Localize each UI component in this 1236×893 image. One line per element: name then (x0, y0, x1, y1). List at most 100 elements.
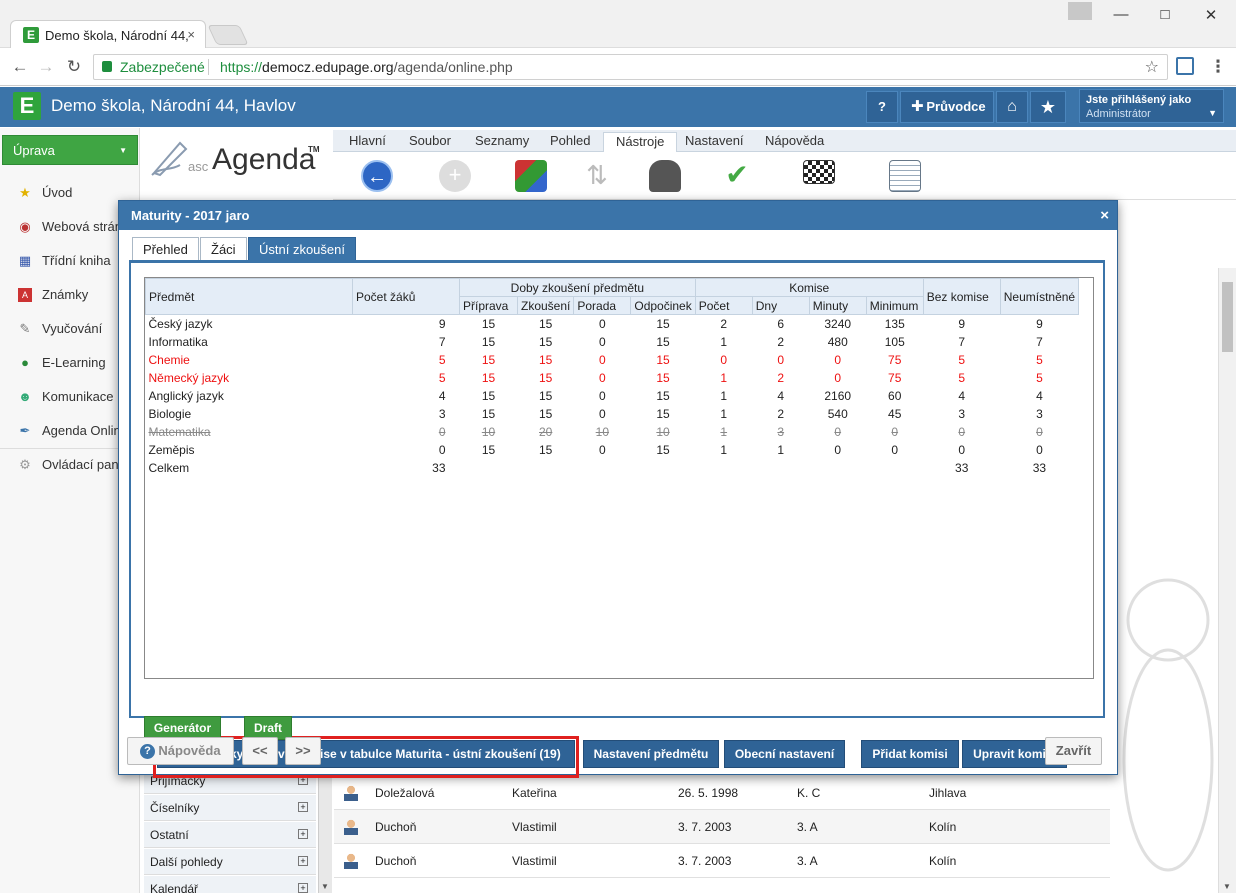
menu-tab-view[interactable]: Pohled (538, 132, 602, 152)
table-row[interactable]: Informatika 7 15 15 0 15 1 2 480 105 7 7 (146, 333, 1079, 351)
window-close-icon[interactable]: ✕ (1196, 6, 1226, 24)
col-exam[interactable]: Zkoušení (516, 296, 575, 315)
maximize-icon[interactable]: □ (1150, 6, 1180, 23)
table-row[interactable]: Biologie 3 15 15 0 15 1 2 540 45 3 3 (146, 405, 1079, 423)
expand-plus-icon[interactable]: + (298, 856, 308, 866)
tree-scrollbar[interactable]: ▼ (318, 768, 332, 893)
table-row[interactable]: Chemie 5 15 15 0 15 0 0 0 75 5 5 (146, 351, 1079, 369)
cell-meet: 0 (599, 334, 606, 349)
list-document-icon[interactable] (889, 160, 921, 192)
help-footer-button[interactable]: ? Nápověda (127, 737, 234, 765)
graduation-cap-icon[interactable] (649, 160, 681, 192)
table-row[interactable]: Německý jazyk 5 15 15 0 15 1 2 0 75 5 5 (146, 369, 1079, 387)
new-tab-button[interactable] (207, 25, 249, 45)
tree-item-calendar[interactable]: Kalendář + (144, 876, 316, 893)
menu-tab-file[interactable]: Soubor (397, 132, 463, 152)
col-minutes[interactable]: Minuty (808, 296, 867, 315)
col-commission-count[interactable]: Počet (694, 296, 753, 315)
browser-tab[interactable]: E Demo škola, Národní 44, × (10, 20, 206, 48)
home-button[interactable]: ⌂ (996, 91, 1028, 123)
cell-rest: 15 (656, 442, 670, 457)
col-unplaced[interactable]: Neumístněné (999, 278, 1080, 315)
col-days[interactable]: Dny (751, 296, 810, 315)
cast-icon[interactable] (1176, 57, 1194, 75)
general-settings-button[interactable]: Obecní nastavení (724, 740, 845, 768)
table-row[interactable]: Matematika 0 10 20 10 10 1 3 0 0 0 0 (146, 423, 1079, 441)
checkmark-icon[interactable]: ✔ (721, 160, 753, 192)
table-row[interactable]: Zeměpis 0 15 15 0 15 1 1 0 0 0 0 (146, 441, 1079, 459)
back-arrow-icon[interactable]: ← (361, 160, 393, 192)
back-icon[interactable]: ← (8, 57, 32, 77)
cell-ccount: 1 (720, 406, 728, 421)
col-no-commission[interactable]: Bez komise (922, 278, 1001, 315)
expand-plus-icon[interactable]: + (298, 802, 308, 812)
tab-students[interactable]: Žáci (200, 237, 247, 260)
col-subject[interactable]: Předmět (145, 278, 353, 315)
move-icon[interactable]: ⇅ (581, 160, 613, 192)
menu-tab-help[interactable]: Nápověda (753, 132, 836, 152)
agenda-pen-icon: ✒ (19, 423, 31, 438)
subject-settings-button[interactable]: Nastavení předmětu (583, 740, 719, 768)
table-row[interactable]: Anglický jazyk 4 15 15 0 15 1 4 2160 60 4 4 (146, 387, 1079, 405)
menu-tab-lists[interactable]: Seznamy (463, 132, 541, 152)
guide-button[interactable]: ✚ Průvodce (900, 91, 994, 123)
user-menu[interactable]: Jste přihlášený jako Administrátor ▼ (1079, 89, 1224, 123)
reload-icon[interactable]: ↻ (62, 57, 86, 77)
favorites-button[interactable]: ★ (1030, 91, 1066, 123)
close-dialog-button[interactable]: Zavřít (1045, 737, 1102, 765)
table-row[interactable]: Duchoň Vlastimil 3. 7. 2003 3. A Kolín (334, 844, 1110, 878)
scrollbar-thumb[interactable] (1222, 282, 1233, 352)
minimize-icon[interactable]: — (1106, 6, 1136, 23)
tree-item-more-views[interactable]: Další pohledy + (144, 849, 316, 875)
expand-plus-icon[interactable]: + (298, 829, 308, 839)
cell-prep: 10 (481, 424, 496, 439)
row-name: Kateřina (512, 786, 557, 800)
tab-oral-exams[interactable]: Ústní zkoušení (248, 237, 356, 260)
dialog-title: Maturity - 2017 jaro (119, 201, 1117, 230)
books-icon[interactable] (515, 160, 547, 192)
expand-plus-icon[interactable]: + (298, 883, 308, 893)
help-button[interactable]: ? (866, 91, 898, 123)
table-row[interactable]: Duchoň Vlastimil 3. 7. 2003 3. A Kolín (334, 810, 1110, 844)
cell-minimum: 75 (888, 352, 902, 367)
dialog-close-icon[interactable]: × (1100, 207, 1109, 224)
menu-tab-main[interactable]: Hlavní (337, 132, 398, 152)
edit-dropdown-button[interactable]: Úprava ▼ (2, 135, 138, 165)
tree-item-other[interactable]: Ostatní + (144, 822, 316, 848)
col-meeting[interactable]: Porada (573, 296, 632, 315)
menu-tab-tools[interactable]: Nástroje (603, 132, 678, 152)
col-count[interactable]: Počet žáků (352, 278, 460, 315)
tree-item-label: Kalendář (150, 882, 199, 893)
prev-button[interactable]: << (242, 737, 278, 765)
menu-tab-settings[interactable]: Nastavení (673, 132, 756, 152)
table-row[interactable]: Doležalová Kateřina 26. 5. 1998 K. C Jih… (334, 776, 1110, 810)
finish-flag-icon[interactable] (803, 160, 835, 184)
bookmark-star-icon[interactable]: ☆ (1145, 57, 1159, 77)
guide-label: Průvodce (926, 99, 986, 114)
teaching-icon: ✎ (19, 321, 31, 336)
cell-unpl: 4 (1036, 388, 1043, 403)
cell-minimum: 75 (888, 370, 902, 385)
sidebar-item-label: Úvod (42, 185, 73, 200)
tree-item-codelists[interactable]: Číselníky + (144, 795, 316, 821)
col-prep[interactable]: Příprava (459, 296, 518, 315)
scroll-down-icon[interactable]: ▼ (321, 882, 329, 891)
page-scrollbar[interactable]: ▼ (1218, 268, 1236, 893)
edupage-logo-icon[interactable]: E (13, 92, 41, 120)
forward-icon[interactable]: → (34, 57, 58, 77)
add-commission-button[interactable]: Přidat komisi (861, 740, 959, 768)
star-icon: ★ (1039, 97, 1057, 117)
address-bar[interactable]: Zabezpečené https://democz.edupage.org/a… (93, 54, 1168, 80)
tab-overview[interactable]: Přehled (132, 237, 199, 260)
tab-close-icon[interactable]: × (187, 27, 195, 42)
next-button[interactable]: >> (285, 737, 321, 765)
col-minimum[interactable]: Minimum (865, 296, 924, 315)
browser-menu-icon[interactable]: ⋮ (1206, 57, 1230, 77)
cell-nocom: 5 (958, 370, 966, 385)
scroll-down-icon[interactable]: ▼ (1223, 882, 1231, 891)
col-rest[interactable]: Odpočinek (630, 296, 696, 315)
table-row[interactable]: Český jazyk 9 15 15 0 15 2 6 3240 135 9 9 (146, 315, 1079, 333)
profile-icon[interactable] (1068, 2, 1092, 20)
add-icon[interactable]: + (439, 160, 471, 192)
sidebar-item-label: Agenda Onlin (42, 423, 121, 438)
